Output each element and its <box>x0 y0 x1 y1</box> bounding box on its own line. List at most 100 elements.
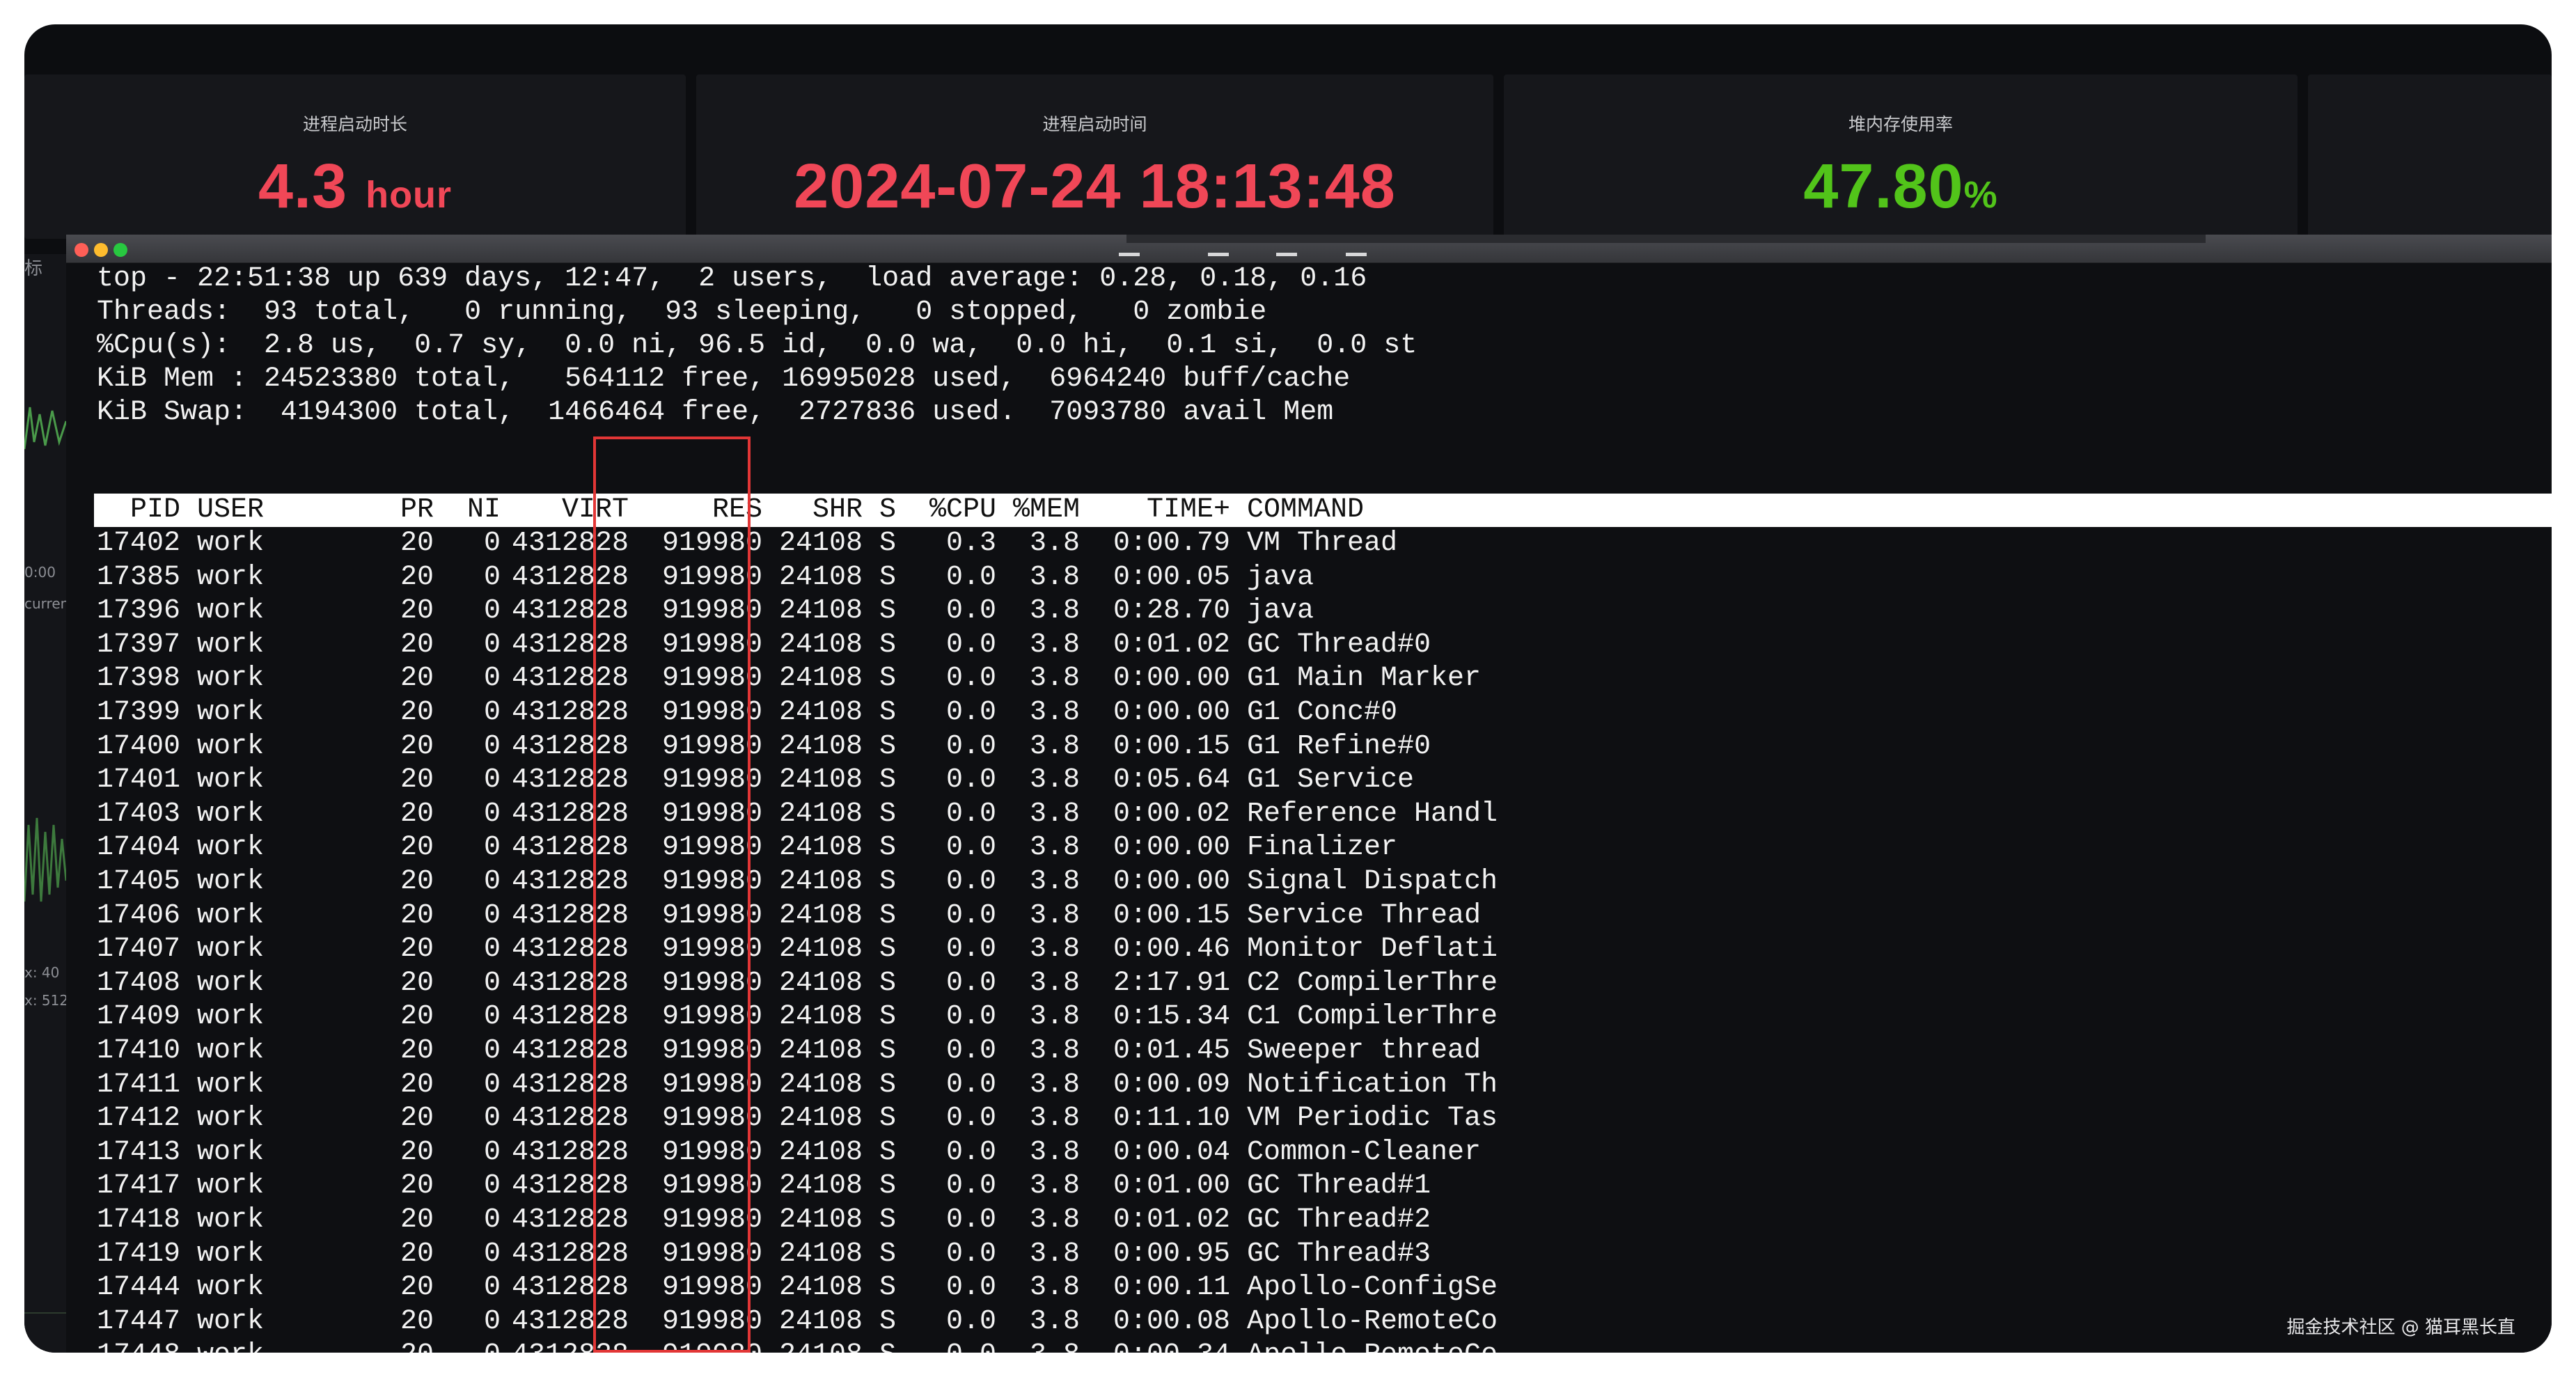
start-time-card: 进程启动时间 2024-07-24 18:13:48 <box>696 74 1493 239</box>
cell-pr: 20 <box>400 832 434 864</box>
cell-shr: 24108 <box>779 561 863 593</box>
cell-virt: 4312828 <box>512 629 629 661</box>
cell-pid: 17413 <box>97 1136 181 1168</box>
cell-res: 919980 <box>661 1272 762 1304</box>
cell-virt: 4312828 <box>512 1069 629 1101</box>
cell-command: GC Thread#3 <box>1247 1238 1431 1270</box>
cell-ni: 0 <box>483 832 501 864</box>
cell-virt: 4312828 <box>512 1305 629 1337</box>
cell-virt: 4312828 <box>512 1103 629 1135</box>
cell-command: G1 Conc#0 <box>1247 697 1398 728</box>
cell-pr: 20 <box>400 697 434 728</box>
maximize-window-icon[interactable] <box>113 243 127 257</box>
close-window-icon[interactable] <box>74 243 88 257</box>
table-row: 17447 work 20 0 4312828 919980 24108 S 0.0 3.8 0:0… <box>97 1305 2534 1339</box>
cell-ni: 0 <box>483 899 501 931</box>
cell-virt: 4312828 <box>512 798 629 830</box>
summary-line: top - 22:51:38 up 639 days, 12:47, 2 use… <box>97 263 1367 294</box>
cell-command: Apollo-ConfigSe <box>1247 1272 1498 1304</box>
cell-time: 0:00.00 <box>1113 663 1230 695</box>
minimize-window-icon[interactable] <box>94 243 108 257</box>
cell-shr: 24108 <box>779 1069 863 1101</box>
cell-command: Apollo-RemoteCo <box>1247 1305 1498 1337</box>
cell-time: 0:05.64 <box>1113 764 1230 796</box>
cell-cpu: 0.0 <box>945 663 996 695</box>
cell-virt: 4312828 <box>512 1035 629 1067</box>
cell-pr: 20 <box>400 528 434 559</box>
cell-pr: 20 <box>400 1339 434 1353</box>
summary-line: KiB Mem : 24523380 total, 564112 free, 1… <box>97 363 1351 395</box>
cell-user: work <box>197 1339 264 1353</box>
cell-mem: 3.8 <box>1029 1001 1080 1033</box>
cell-user: work <box>197 899 265 931</box>
table-row: 17405 work 20 0 4312828 919980 24108 S 0.0 3.8 0:0… <box>97 865 2534 899</box>
cell-pr: 20 <box>400 1238 434 1270</box>
summary-line: KiB Swap: 4194300 total, 1466464 free, 2… <box>97 397 1334 428</box>
cell-mem: 3.8 <box>1029 1136 1080 1168</box>
cell-pid: 17419 <box>97 1238 181 1270</box>
uptime-card: 进程启动时长 4.3 hour <box>24 74 686 239</box>
titlebar-mark-3 <box>1276 253 1297 256</box>
cell-s: S <box>879 1035 897 1067</box>
cell-pid: 17418 <box>97 1204 181 1236</box>
cell-mem: 3.8 <box>1013 1339 1080 1353</box>
cell-command: Signal Dispatch <box>1247 866 1498 897</box>
cell-command: Reference Handl <box>1247 798 1498 830</box>
cell-command: Finalizer <box>1247 832 1398 864</box>
cell-pr: 20 <box>400 1069 434 1101</box>
cell-user: work <box>197 1001 265 1033</box>
table-row: 17403 work 20 0 4312828 919980 24108 S 0.0 3.8 0:0… <box>97 798 2534 831</box>
cell-pid: 17411 <box>97 1069 181 1101</box>
cell-s: S <box>879 595 897 627</box>
cell-res: 919980 <box>661 1136 762 1168</box>
cell-cpu: 0.0 <box>945 1238 996 1270</box>
cell-mem: 3.8 <box>1029 899 1080 931</box>
col-user: USER <box>197 494 265 526</box>
cell-s: S <box>879 561 897 593</box>
cell-s: S <box>879 730 897 762</box>
cell-shr: 24108 <box>779 629 863 661</box>
cell-s: S <box>879 764 897 796</box>
cell-s: S <box>879 832 897 864</box>
cell-pr: 20 <box>400 730 434 762</box>
titlebar-mark-4 <box>1346 253 1367 256</box>
cell-virt: 4312828 <box>512 832 629 864</box>
table-row: 17385 work 20 0 4312828 919980 24108 S 0.0 3.8 0:0… <box>97 561 2534 595</box>
cell-pid: 17444 <box>97 1272 181 1304</box>
cell-user: work <box>197 730 265 762</box>
cell-res: 919980 <box>661 934 762 966</box>
cell-mem: 3.8 <box>1029 866 1080 897</box>
cell-ni: 0 <box>483 663 501 695</box>
cell-pid: 17448 <box>97 1339 180 1353</box>
cell-res: 919980 <box>661 730 762 762</box>
cell-user: work <box>197 1170 265 1202</box>
cell-virt: 4312828 <box>512 899 629 931</box>
cell-command: GC Thread#0 <box>1247 629 1431 661</box>
terminal-titlebar[interactable] <box>66 235 2552 263</box>
cell-cpu: 0.0 <box>945 1305 996 1337</box>
cell-ni: 0 <box>483 697 501 728</box>
cell-user: work <box>197 561 265 593</box>
cell-command: G1 Service <box>1247 764 1415 796</box>
cell-shr: 24108 <box>779 697 863 728</box>
cell-user: work <box>197 1238 265 1270</box>
uptime-unit: hour <box>366 174 453 216</box>
cell-pid: 17417 <box>97 1170 181 1202</box>
cell-s: S <box>879 697 897 728</box>
cell-mem: 3.8 <box>1029 663 1080 695</box>
cell-cpu: 0.0 <box>945 899 996 931</box>
terminal-window[interactable]: top - 22:51:38 up 639 days, 12:47, 2 use… <box>66 235 2552 1353</box>
cell-ni: 0 <box>483 1204 501 1236</box>
cell-res: 919980 <box>661 1305 762 1337</box>
cell-ni: 0 <box>467 1339 501 1353</box>
cell-shr: 24108 <box>779 1103 863 1135</box>
cell-user: work <box>197 629 265 661</box>
cell-s: S <box>879 1238 897 1270</box>
cell-pid: 17404 <box>97 832 181 864</box>
uptime-card-value: 4.3 hour <box>24 151 686 223</box>
cell-cpu: 0.0 <box>945 967 996 999</box>
cell-cpu: 0.0 <box>945 697 996 728</box>
cell-cpu: 0.0 <box>945 1103 996 1135</box>
cell-user: work <box>197 866 265 897</box>
table-row: 17413 work 20 0 4312828 919980 24108 S 0.0 3.8 0:0… <box>97 1136 2534 1170</box>
